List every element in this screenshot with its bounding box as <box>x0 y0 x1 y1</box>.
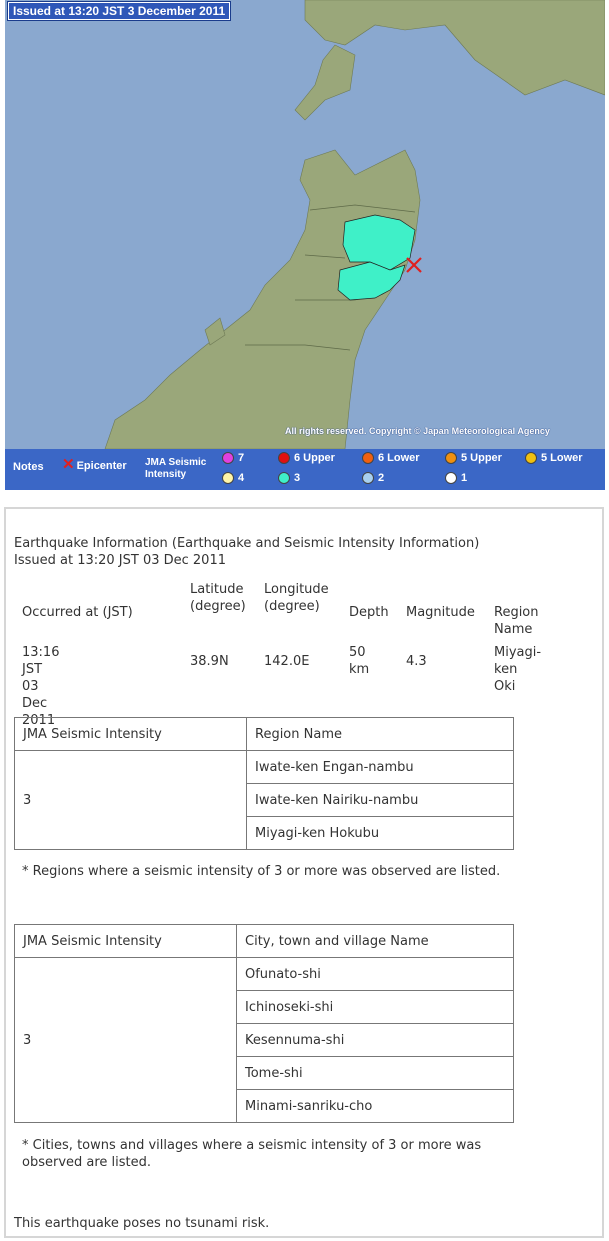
header-latitude: Latitude (degree) <box>190 582 246 614</box>
city-note: * Cities, towns and villages where a sei… <box>22 1138 482 1170</box>
city-cell: Ichinoseki-shi <box>236 990 514 1024</box>
region-note: * Regions where a seismic intensity of 3… <box>22 864 501 879</box>
seismic-intensity-map: Issued at 13:20 JST 3 December 2011 All … <box>5 0 605 490</box>
epicenter-marker <box>406 257 422 273</box>
intensity-6-lower-swatch <box>362 452 374 464</box>
info-title: Earthquake Information (Earthquake and S… <box>14 536 480 551</box>
legend-jma-label: JMA Seismic Intensity <box>145 457 207 480</box>
city-cell: Minami-sanriku-cho <box>236 1089 514 1123</box>
info-heading: Earthquake Information (Earthquake and S… <box>14 535 479 569</box>
tsunami-statement: This earthquake poses no tsunami risk. <box>14 1216 270 1231</box>
info-issued: Issued at 13:20 JST 03 Dec 2011 <box>14 553 226 568</box>
city-cell: Ofunato-shi <box>236 957 514 991</box>
region-cell: Iwate-ken Nairiku-nambu <box>246 783 514 817</box>
intensity-cell: 3 <box>14 750 247 850</box>
legend-item-6-upper: 6 Upper <box>278 452 335 464</box>
epicenter-icon: ✕ <box>62 456 75 473</box>
legend-item-5-lower: 5 Lower <box>525 452 583 464</box>
legend-item-7: 7 <box>222 452 244 464</box>
legend-item-6-lower: 6 Lower <box>362 452 420 464</box>
intensity-3-swatch <box>278 472 290 484</box>
intensity-2-swatch <box>362 472 374 484</box>
legend-notes-label: Notes <box>13 461 44 473</box>
table-header-row: JMA Seismic Intensity City, town and vil… <box>14 924 514 958</box>
header-magnitude: Magnitude <box>406 605 475 620</box>
header-depth: Depth <box>349 605 389 620</box>
issued-timestamp: Issued at 13:20 JST 3 December 2011 <box>6 1 232 21</box>
legend-item-1: 1 <box>445 472 467 484</box>
value-magnitude: 4.3 <box>406 654 427 669</box>
region-cell: Miyagi-ken Hokubu <box>246 816 514 850</box>
region-cell: Iwate-ken Engan-nambu <box>246 750 514 784</box>
region-intensity-table: JMA Seismic Intensity Region Name 3 Iwat… <box>14 717 514 850</box>
intensity-7-swatch <box>222 452 234 464</box>
land-honshu <box>104 149 421 449</box>
legend-item-3: 3 <box>278 472 300 484</box>
table-row: 3 Ofunato-shi <box>14 957 514 1123</box>
value-longitude: 142.0E <box>264 654 310 669</box>
city-intensity-table: JMA Seismic Intensity City, town and vil… <box>14 924 514 1123</box>
header-region: Region Name <box>494 605 539 637</box>
header-occurred: Occurred at (JST) <box>22 605 133 620</box>
header-longitude: Longitude (degree) <box>264 582 329 614</box>
column-header: City, town and village Name <box>236 924 514 958</box>
map-canvas <box>104 0 605 449</box>
value-latitude: 38.9N <box>190 654 229 669</box>
value-depth: 50 km <box>349 645 370 677</box>
intensity-6-upper-swatch <box>278 452 290 464</box>
intensity-5-lower-swatch <box>525 452 537 464</box>
column-header: JMA Seismic Intensity <box>14 717 247 751</box>
land-hokkaido-peninsula <box>294 44 356 121</box>
legend-item-4: 4 <box>222 472 244 484</box>
intensity-5-upper-swatch <box>445 452 457 464</box>
intensity-cell: 3 <box>14 957 237 1123</box>
city-cell: Tome-shi <box>236 1056 514 1090</box>
intensity-1-swatch <box>445 472 457 484</box>
value-region: Miyagi-ken Oki <box>494 645 542 694</box>
legend-epicenter: ✕ Epicenter <box>62 456 127 473</box>
table-row: 3 Iwate-ken Engan-nambu <box>14 750 514 850</box>
legend-item-5-upper: 5 Upper <box>445 452 502 464</box>
earthquake-info-panel: Earthquake Information (Earthquake and S… <box>4 507 604 1238</box>
column-header: Region Name <box>246 717 514 751</box>
legend-item-2: 2 <box>362 472 384 484</box>
intensity-4-swatch <box>222 472 234 484</box>
copyright-notice: All rights reserved. Copyright © Japan M… <box>285 426 550 436</box>
table-header-row: JMA Seismic Intensity Region Name <box>14 717 514 751</box>
column-header: JMA Seismic Intensity <box>14 924 237 958</box>
city-cell: Kesennuma-shi <box>236 1023 514 1057</box>
map-legend: Notes ✕ Epicenter JMA Seismic Intensity 7… <box>5 449 605 490</box>
intensity-3-region-iwate <box>342 214 416 271</box>
